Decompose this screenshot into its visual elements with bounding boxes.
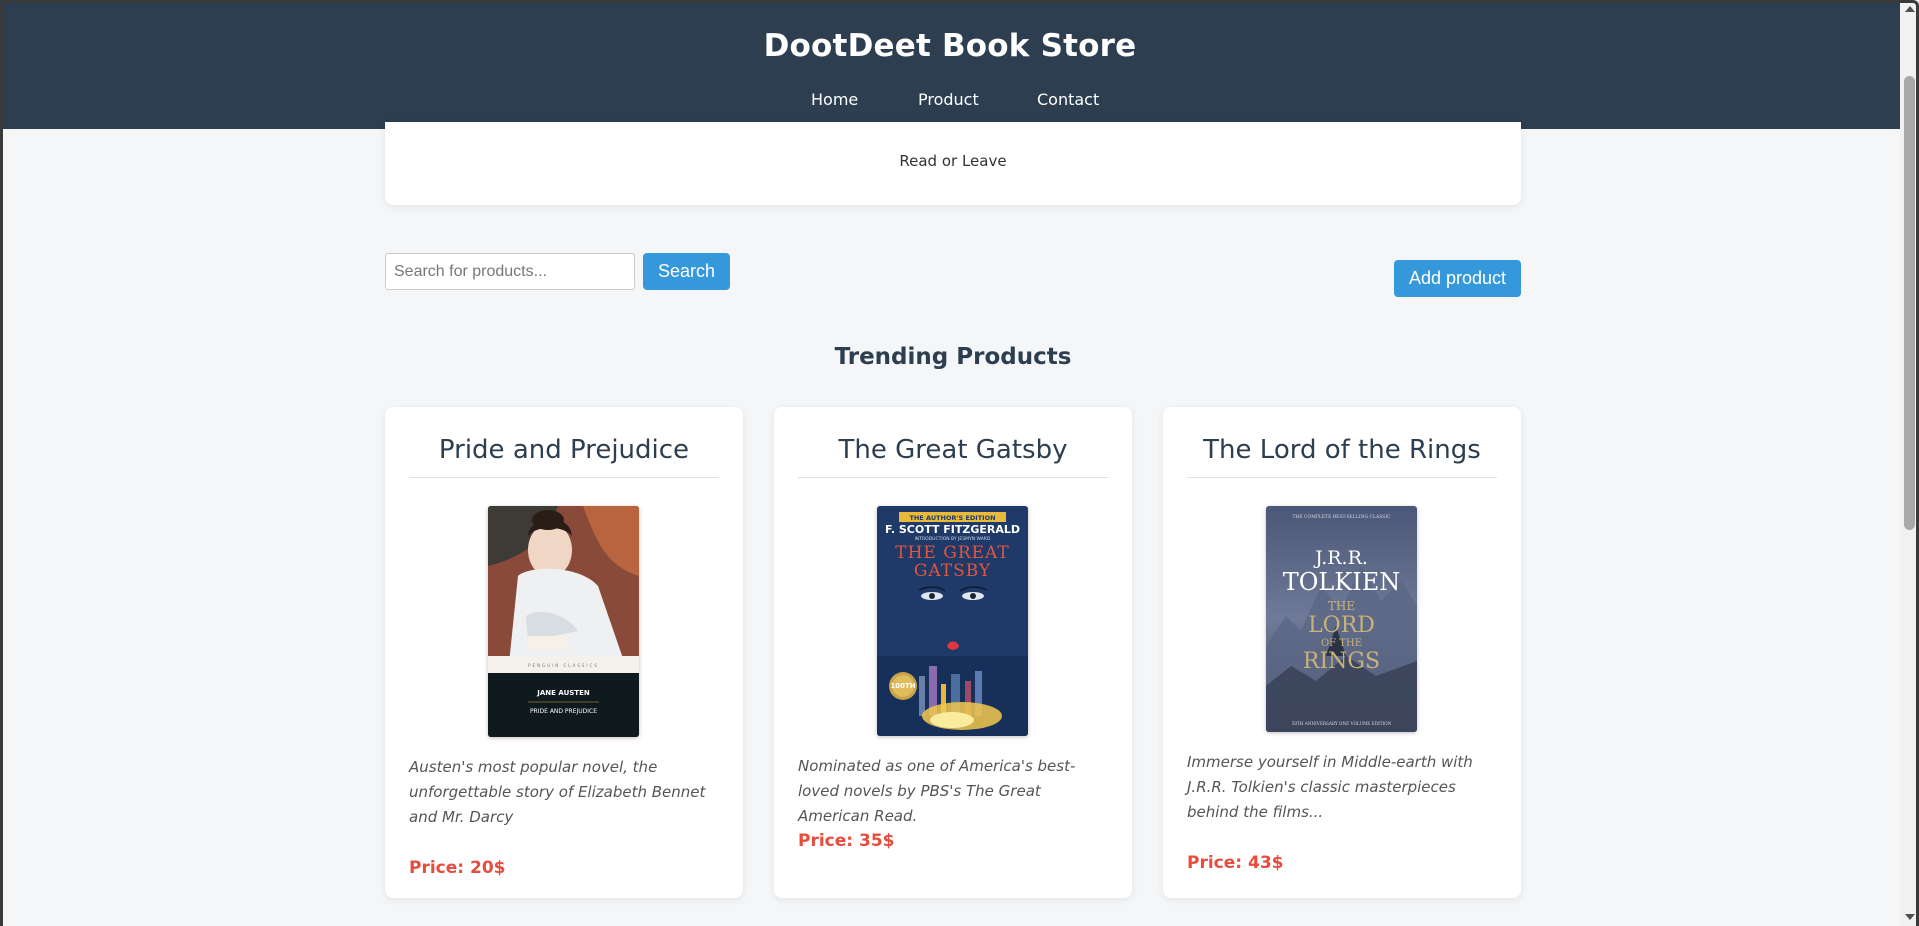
cover-text-title-line3: OF THE [1321,638,1362,649]
scroll-down-arrow-icon[interactable] [1905,914,1915,920]
product-price: Price: 43$ [1187,853,1284,873]
search-button[interactable]: Search [643,253,730,290]
cover-text-author-line1: J.R.R. [1313,547,1368,569]
cover-text-edition: THE AUTHOR'S EDITION [909,514,995,522]
search-input[interactable] [385,253,635,290]
product-price: Price: 20$ [409,858,506,878]
cover-text-tagline: THE COMPLETE BEST-SELLING CLASSIC [1292,514,1391,520]
page-scrollbar[interactable] [1900,0,1919,926]
scrollbar-thumb[interactable] [1904,76,1915,530]
add-product-button[interactable]: Add product [1394,260,1521,297]
tagline-text: Read or Leave [899,152,1007,170]
cover-text-author: JANE AUSTEN [536,689,590,697]
product-title: Pride and Prejudice [409,435,719,478]
trending-products-heading: Trending Products [834,344,1072,370]
cover-text-intro: INTRODUCTION BY JESMYN WARD [915,536,991,542]
cover-text-publisher: PENGUIN CLASSICS [528,663,599,668]
book-cover-image: THE AUTHOR'S EDITION F. SCOTT FITZGERALD… [877,506,1028,736]
product-title: The Great Gatsby [798,435,1108,478]
product-title: The Lord of the Rings [1187,435,1497,478]
cover-text-title-line1: THE GREAT [895,543,1009,563]
product-description: Austen's most popular novel, the unforge… [409,758,706,826]
cover-text-author-line2: TOLKIEN [1283,568,1401,596]
cover-text-edition: 50TH ANNIVERSARY ONE VOLUME EDITION [1292,721,1392,726]
product-card[interactable]: Pride and Prejudice PENGUIN CLASSICS JAN… [385,407,743,898]
cover-text-title-line2: GATSBY [914,561,991,581]
cover-text-author: F. SCOTT FITZGERALD [885,523,1020,536]
product-description: Immerse yourself in Middle-earth with J.… [1187,753,1473,821]
site-title: DootDeet Book Store [763,28,1137,64]
tagline-banner: Read or Leave [385,122,1521,205]
cover-text-title-line4: RINGS [1303,649,1380,674]
scroll-up-arrow-icon[interactable] [1905,6,1915,12]
book-cover-image: PENGUIN CLASSICS JANE AUSTEN PRIDE AND P… [488,506,639,737]
book-cover-image: THE COMPLETE BEST-SELLING CLASSIC J.R.R.… [1266,506,1417,732]
nav-link-contact[interactable]: Contact [1037,90,1099,109]
site-header: DootDeet Book Store Home Product Contact [0,0,1900,129]
cover-text-title-line2: LORD [1308,613,1375,638]
nav-link-product[interactable]: Product [918,90,979,109]
cover-text-title: PRIDE AND PREJUDICE [530,708,597,715]
cover-text-anniversary: 100TH [890,682,915,690]
product-card[interactable]: The Great Gatsby THE AUTHOR'S EDITION F.… [774,407,1132,898]
nav-link-home[interactable]: Home [811,90,858,109]
product-price: Price: 35$ [798,831,895,851]
product-card[interactable]: The Lord of the Rings THE COMPLETE BEST-… [1163,407,1521,898]
cover-text-title-line1: THE [1328,599,1355,613]
product-description: Nominated as one of America's best-loved… [798,757,1076,825]
